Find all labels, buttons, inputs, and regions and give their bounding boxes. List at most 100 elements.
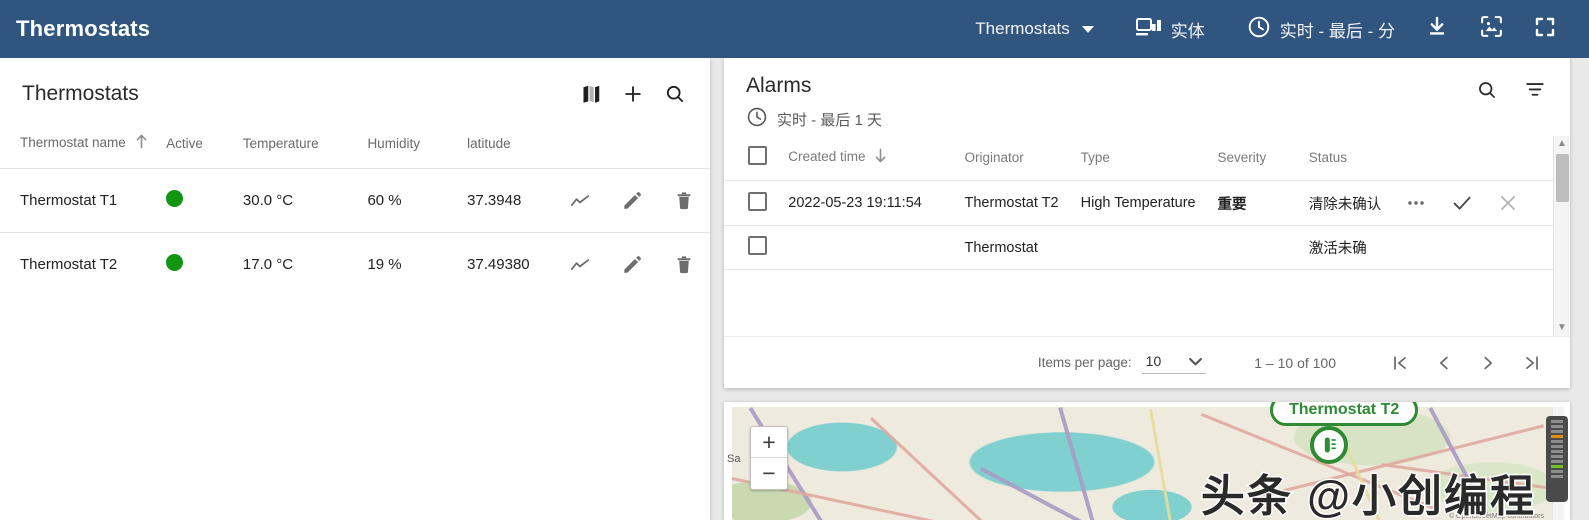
download-icon [1425,15,1449,44]
column-header-active[interactable]: Active [166,120,243,169]
column-header-actions-2 [606,120,658,169]
map-zoom-out-button[interactable]: − [751,458,787,489]
column-header-latitude[interactable]: latitude [467,120,554,169]
cell-edit-action[interactable] [606,168,659,233]
timewindow-label: 实时 - 最后 - 分 [1279,21,1395,41]
cell-device-name: Thermostat T2 [0,232,167,297]
cell-delete-action[interactable] [658,168,710,233]
plus-icon[interactable] [620,81,646,107]
dashboard-selector-label: Thermostats [975,19,1070,38]
legend-tick [1551,475,1563,478]
cell-device-latitude: 37.49380 [467,232,555,297]
scroll-up-arrow-icon[interactable]: ▲ [1557,136,1567,152]
trash-icon[interactable] [667,184,701,218]
alarms-title-block: Alarms 实时 - 最后 1 天 [746,74,882,132]
column-header-severity[interactable]: Severity [1217,136,1309,181]
column-header-status[interactable]: Status [1308,136,1405,181]
cell-originator: Thermostat [964,225,1081,270]
alarms-widget-actions [1474,74,1548,103]
close-icon[interactable] [1496,191,1520,215]
column-header-alarm-actions [1404,136,1570,181]
filter-icon[interactable] [1522,77,1548,103]
pencil-icon[interactable] [615,184,649,218]
image-export-button[interactable] [1469,7,1513,51]
dashboard-selector[interactable]: Thermostats [965,13,1103,45]
scroll-down-arrow-icon[interactable]: ▼ [1557,320,1567,336]
map-zoom-controls: + − [750,426,788,490]
legend-tick [1551,420,1563,423]
devices-header-row: Thermostat name Active Temperature Humid… [0,120,710,169]
select-all-checkbox[interactable] [748,146,767,165]
status-badge [166,190,184,207]
check-icon[interactable] [1450,191,1474,215]
chevron-down-icon [1081,25,1094,33]
table-row[interactable]: Thermostat T2 17.0 °C 19 % 37.49380 [0,232,710,297]
cell-row-select[interactable] [724,180,789,226]
more-horizontal-icon[interactable] [1404,191,1428,215]
fullscreen-button[interactable] [1523,7,1567,51]
cell-severity [1217,225,1309,270]
column-header-name[interactable]: Thermostat name [0,120,166,169]
cell-delete-action[interactable] [658,232,710,297]
image-export-icon [1479,14,1504,44]
pencil-icon[interactable] [615,248,649,282]
column-header-humidity[interactable]: Humidity [367,120,467,169]
entity-selector[interactable]: 实体 [1126,11,1215,48]
row-checkbox[interactable] [748,236,767,255]
table-row[interactable]: 2022-05-23 19:11:54 Thermostat T2 High T… [724,180,1570,226]
map-zoom-in-button[interactable]: + [751,427,787,458]
alarms-timewindow-label: 实时 - 最后 1 天 [777,111,883,129]
alarms-widget-title: Alarms [746,74,812,97]
clock-icon [746,106,768,132]
alarm-action-group [1404,191,1564,215]
last-page-button[interactable] [1510,343,1554,383]
row-checkbox[interactable] [748,191,767,211]
sort-ascending-icon [135,134,148,152]
cell-chart-action[interactable] [554,168,607,233]
legend-tick [1551,460,1563,463]
search-icon[interactable] [662,81,688,107]
cell-row-select[interactable] [724,225,789,270]
map-legend-widget[interactable] [1546,416,1568,502]
cell-edit-action[interactable] [606,232,659,297]
alarms-widget-header: Alarms 实时 - 最后 1 天 [724,58,1570,136]
legend-tick-warning [1551,435,1563,438]
table-row[interactable]: Thermostat T1 30.0 °C 60 % 37.3948 [0,168,710,233]
column-header-temperature[interactable]: Temperature [243,120,368,169]
cell-alarm-actions [1404,180,1570,226]
column-header-created-time[interactable]: Created time [788,136,965,181]
map-watermark: 头条 @小创编程 [1199,471,1536,520]
timeseries-chart-icon[interactable] [563,248,597,282]
alarms-table-scrollbar[interactable]: ▲ ▼ [1553,136,1570,336]
map-icon[interactable] [578,81,604,107]
previous-page-button[interactable] [1422,343,1466,383]
alarms-timewindow[interactable]: 实时 - 最后 1 天 [746,106,882,132]
devices-widget: Thermostats Thermostat name Active Tempe… [0,58,710,520]
column-header-actions-1 [554,120,606,169]
next-page-button[interactable] [1466,343,1510,383]
cell-device-humidity: 19 % [367,232,468,297]
column-header-type[interactable]: Type [1080,136,1218,181]
trash-icon[interactable] [667,248,701,282]
cell-severity: 重要 [1217,180,1309,226]
scrollbar-thumb[interactable] [1555,154,1569,202]
legend-tick [1551,470,1563,473]
top-toolbar: Thermostats Thermostats 实体 实时 - 最后 - 分 [0,0,1589,58]
download-button[interactable] [1415,7,1459,51]
timewindow-selector[interactable]: 实时 - 最后 - 分 [1237,9,1405,50]
timeseries-chart-icon[interactable] [563,184,597,218]
cell-originator: Thermostat T2 [964,180,1081,226]
cell-chart-action[interactable] [554,232,607,297]
first-page-button[interactable] [1378,343,1422,383]
table-row[interactable]: Thermostat 激活未确 [724,225,1570,270]
map-marker-label[interactable]: Thermostat T2 [1270,402,1419,426]
column-label-name: Thermostat name [20,135,126,150]
column-header-select-all[interactable] [724,136,789,181]
column-header-originator[interactable]: Originator [964,136,1081,181]
cell-device-temperature: 17.0 °C [242,232,368,297]
thermostat-marker-icon[interactable] [1310,426,1348,464]
search-icon[interactable] [1474,77,1500,103]
items-per-page-select[interactable]: 10 [1141,351,1207,374]
alarms-table-body: 2022-05-23 19:11:54 Thermostat T2 High T… [724,180,1570,270]
cell-alarm-actions [1404,225,1570,270]
